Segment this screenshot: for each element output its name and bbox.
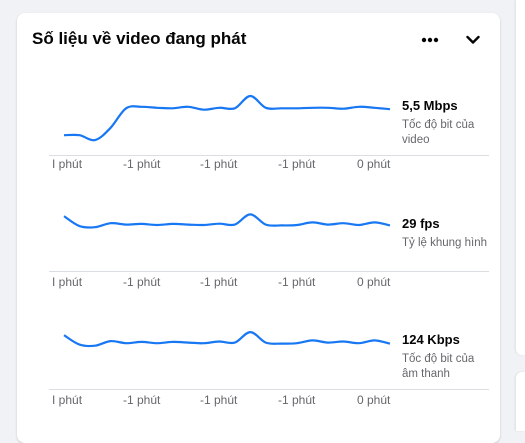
video-bitrate-label: Tốc độ bit của video [402,119,475,146]
frame-rate-label: Tỷ lệ khung hình [402,237,488,249]
collapse-button[interactable] [460,27,486,53]
audio-bitrate-axis [49,389,489,390]
frame-rate-value: 29 fps [402,216,440,231]
background-panel-edge [516,372,525,431]
axis-tick: -1 phút [123,393,161,407]
axis-tick: -1 phút [200,393,238,407]
more-options-button[interactable] [417,27,443,53]
background-panel-edge [516,0,525,355]
chevron-down-icon [466,35,480,44]
axis-tick: I phút [52,393,83,407]
video-bitrate-value: 5,5 Mbps [402,98,458,113]
axis-tick: 0 phút [357,393,391,407]
more-horizontal-icon [421,37,439,43]
audio-bitrate-plot [63,330,391,348]
audio-bitrate-line [63,330,391,348]
audio-bitrate-value: 124 Kbps [402,332,460,347]
axis-tick: -1 phút [278,393,316,407]
audio-bitrate-label: Tốc độ bit của âm thanh [402,353,475,380]
